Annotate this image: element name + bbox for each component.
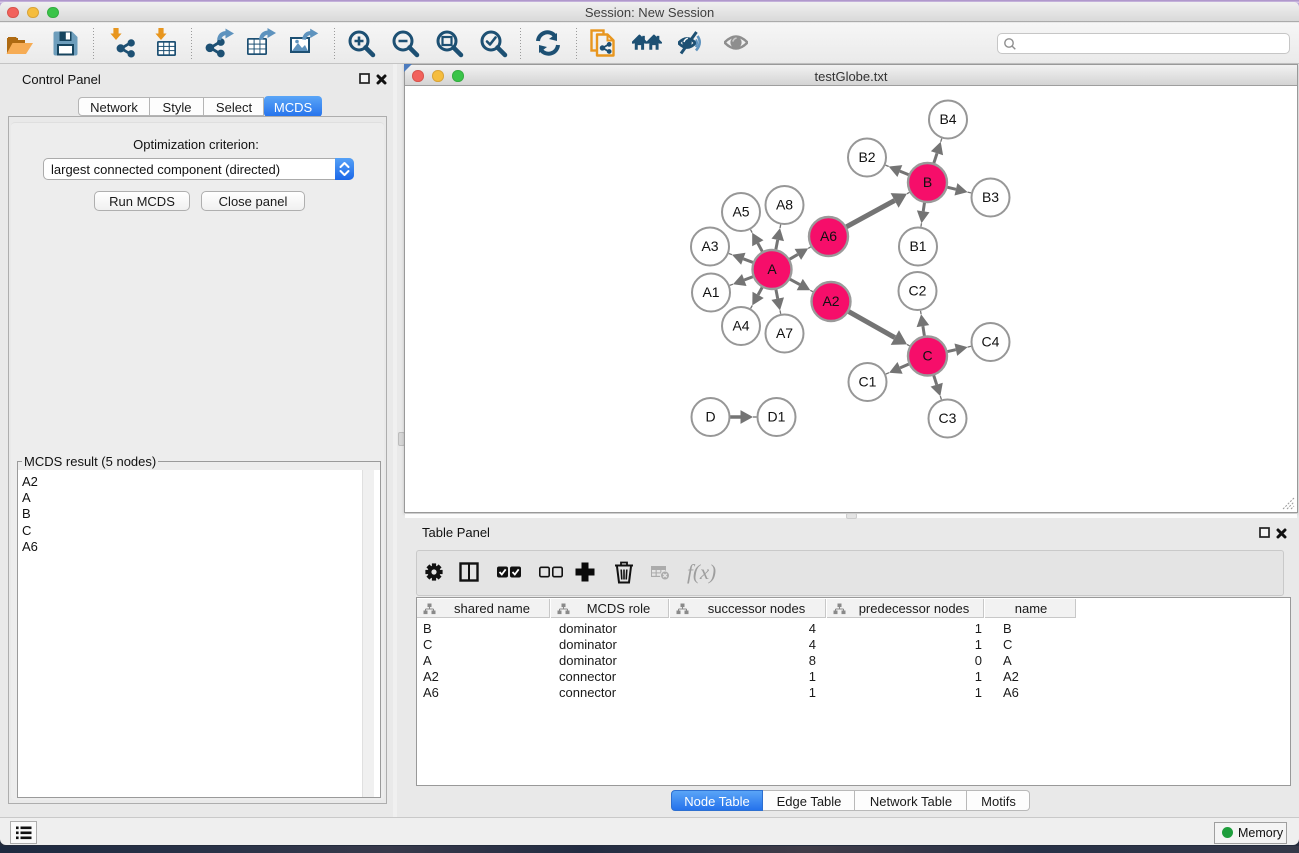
svg-text:C3: C3 xyxy=(939,410,957,426)
svg-text:C1: C1 xyxy=(859,374,877,390)
svg-text:A7: A7 xyxy=(776,325,793,341)
svg-text:A: A xyxy=(767,261,777,277)
svg-text:A8: A8 xyxy=(776,197,793,213)
svg-text:B2: B2 xyxy=(858,149,875,165)
svg-text:A5: A5 xyxy=(732,204,749,220)
svg-text:B3: B3 xyxy=(982,189,999,205)
svg-text:B: B xyxy=(923,174,932,190)
svg-text:A1: A1 xyxy=(702,284,719,300)
svg-text:A4: A4 xyxy=(732,318,749,334)
svg-text:B4: B4 xyxy=(939,111,956,127)
svg-text:D1: D1 xyxy=(768,409,786,425)
svg-text:A6: A6 xyxy=(820,228,837,244)
svg-text:A2: A2 xyxy=(822,293,839,309)
svg-text:B1: B1 xyxy=(909,238,926,254)
svg-text:C: C xyxy=(922,348,932,364)
svg-text:C4: C4 xyxy=(982,334,1000,350)
svg-text:D: D xyxy=(705,409,715,425)
svg-text:A3: A3 xyxy=(701,238,718,254)
svg-text:C2: C2 xyxy=(909,283,927,299)
